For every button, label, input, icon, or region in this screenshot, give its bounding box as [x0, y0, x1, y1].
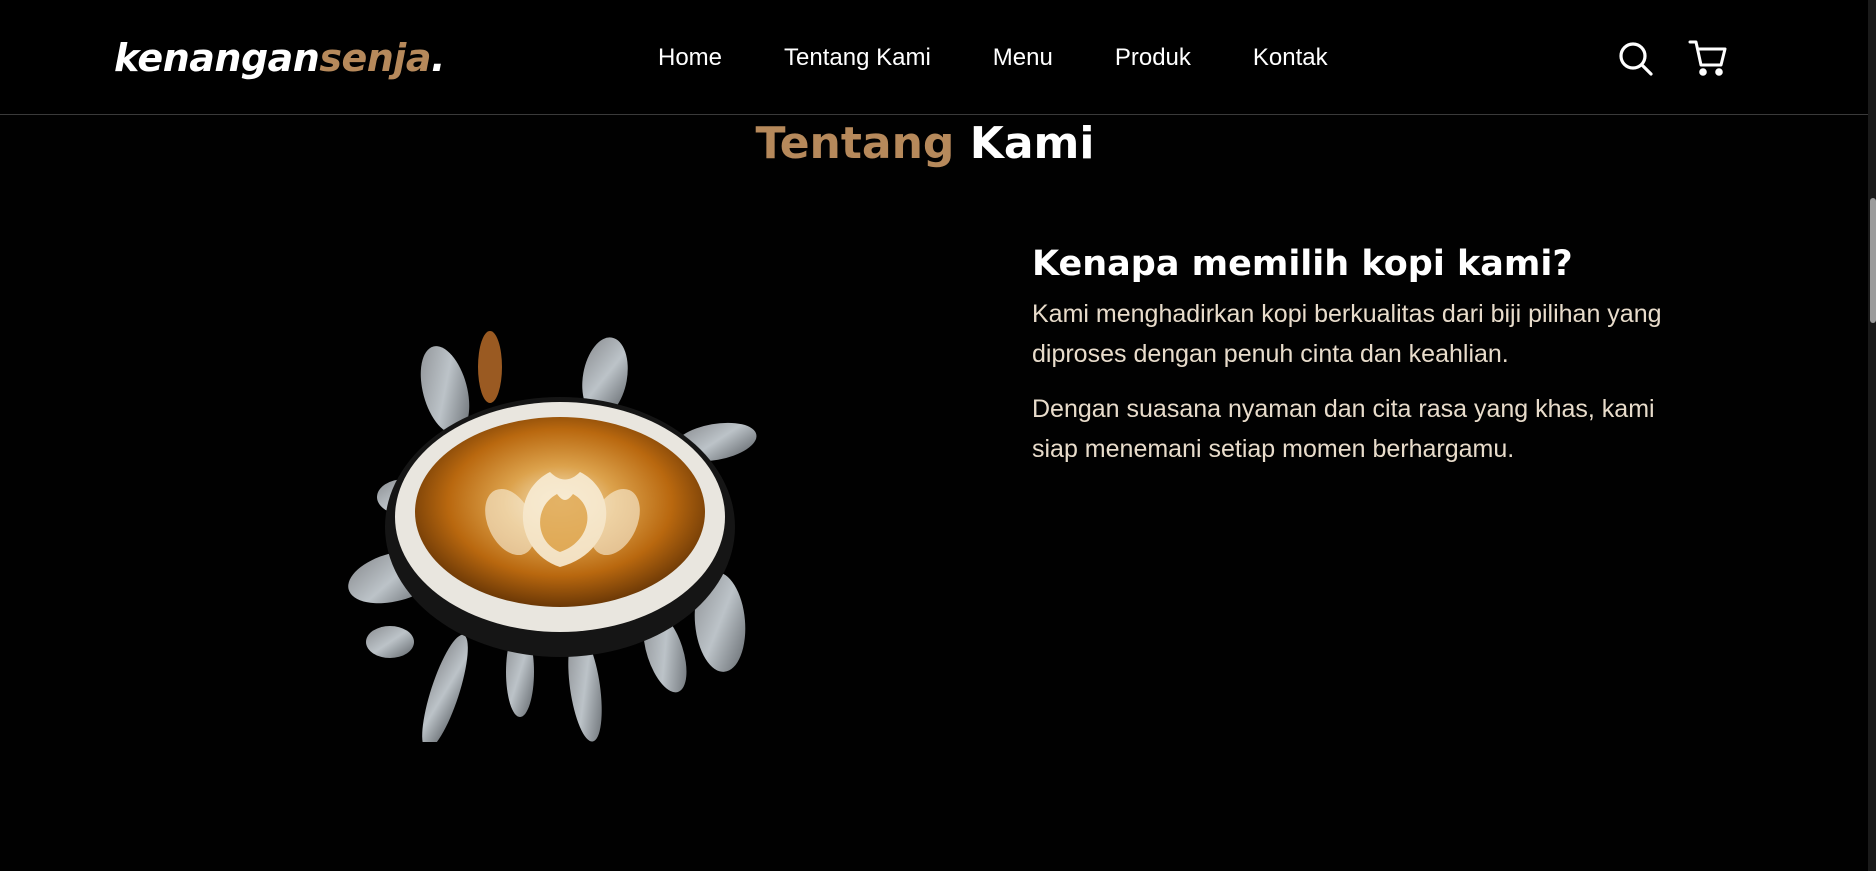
coffee-splash-image	[348, 331, 757, 742]
page: kenangansenja. Home Tentang Kami Menu Pr…	[0, 0, 1876, 871]
about-heading: Kenapa memilih kopi kami?	[1032, 244, 1573, 284]
nav-links: Home Tentang Kami Menu Produk Kontak	[658, 44, 1328, 72]
search-button[interactable]	[1617, 40, 1655, 78]
scrollbar-thumb[interactable]	[1870, 198, 1876, 323]
section-title-accent: Tentang	[755, 118, 955, 169]
section-title-rest: Kami	[969, 118, 1095, 169]
about-paragraph-2: Dengan suasana nyaman dan cita rasa yang…	[1032, 395, 1655, 463]
cart-button[interactable]	[1688, 38, 1728, 78]
section-title: Tentang Kami	[0, 118, 1850, 169]
logo-part-2: senja	[319, 36, 431, 80]
nav-link-produk[interactable]: Produk	[1115, 44, 1191, 72]
logo-dot: .	[430, 36, 445, 80]
nav-link-kontak[interactable]: Kontak	[1253, 44, 1328, 72]
about-content: Kenapa memilih kopi kami? Kami menghadir…	[1032, 244, 1732, 484]
nav-link-menu[interactable]: Menu	[993, 44, 1053, 72]
search-icon	[1619, 42, 1653, 76]
navbar: kenangansenja. Home Tentang Kami Menu Pr…	[0, 0, 1870, 115]
logo[interactable]: kenangansenja.	[114, 36, 445, 80]
scrollbar-track[interactable]	[1868, 0, 1876, 871]
nav-link-tentang-kami[interactable]: Tentang Kami	[784, 44, 931, 72]
shopping-cart-icon	[1688, 40, 1727, 76]
about-paragraph-1: Kami menghadirkan kopi berkualitas dari …	[1032, 300, 1662, 368]
logo-part-1: kenangan	[114, 36, 320, 80]
nav-link-home[interactable]: Home	[658, 44, 722, 72]
